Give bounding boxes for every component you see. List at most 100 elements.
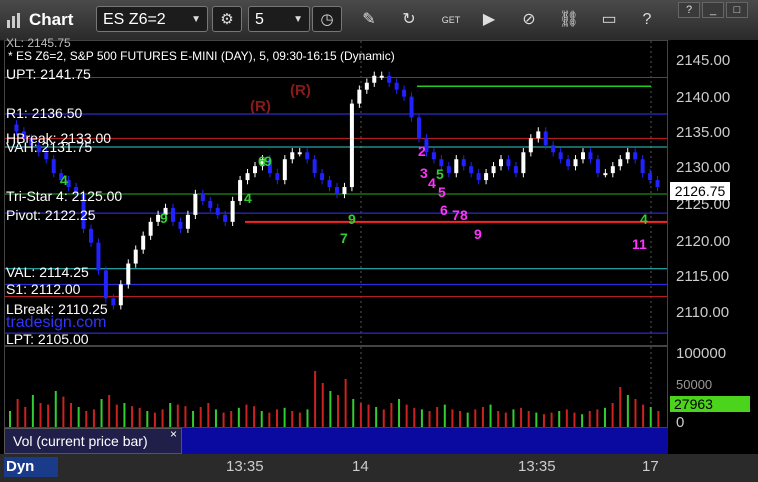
volume-bar xyxy=(245,404,248,427)
price-tick: 2130.00 xyxy=(676,159,731,176)
reversal-mark: (R) xyxy=(290,82,311,99)
refresh-icon: ↻ xyxy=(402,11,416,28)
candle-body xyxy=(118,284,123,306)
chevron-down-icon: ▼ xyxy=(191,14,201,25)
help-button[interactable]: ? xyxy=(636,9,658,31)
volume-bar xyxy=(375,407,378,427)
candle-body xyxy=(364,82,369,90)
candle-body xyxy=(171,207,175,222)
candle-body xyxy=(297,152,302,155)
candle-body xyxy=(290,152,295,160)
candle-body xyxy=(141,235,146,250)
volume-bar xyxy=(108,395,111,427)
volume-bar xyxy=(588,411,591,427)
sequence-number: 6 xyxy=(440,202,448,218)
volume-bar xyxy=(649,407,652,427)
maximize-button[interactable]: □ xyxy=(726,2,748,18)
price-tick: 2120.00 xyxy=(676,233,731,250)
volume-tick: 50000 xyxy=(676,377,713,392)
time-tick: 13:35 xyxy=(518,458,556,475)
volume-bar xyxy=(169,403,172,427)
dynamic-label: Dyn xyxy=(6,458,35,475)
draw-tool-button[interactable]: ✎ xyxy=(358,9,380,31)
candle-body xyxy=(148,221,153,236)
minimize-button[interactable]: _ xyxy=(702,2,724,18)
sequence-number: 7 xyxy=(340,230,348,246)
settings-button[interactable]: ⚙ xyxy=(212,6,242,32)
dynamic-button[interactable]: Dyn xyxy=(4,457,58,477)
volume-chart[interactable] xyxy=(4,346,668,429)
volume-close-button[interactable]: × xyxy=(170,427,177,441)
candle-body xyxy=(223,214,228,222)
volume-bar xyxy=(153,412,156,427)
chart-description: * ES Z6=2, S&P 500 FUTURES E-MINI (DAY),… xyxy=(8,49,395,63)
volume-bar xyxy=(466,412,469,427)
candle-body xyxy=(193,194,198,215)
candle-body xyxy=(409,96,414,118)
help-window-button[interactable]: ? xyxy=(678,2,700,18)
candle-body xyxy=(454,159,459,174)
candle-body xyxy=(103,270,108,299)
candle-body xyxy=(215,207,220,215)
toolbar: Chart ES Z6=2 ▼ ⚙ 5 ▼ ◷ ✎ ↻ GET ▶ ⊘ ⛓ ▭ … xyxy=(0,0,758,41)
compass-button[interactable]: ⊘ xyxy=(518,9,540,31)
volume-bar xyxy=(626,395,629,427)
chart-bars-icon xyxy=(7,13,20,28)
volume-bar xyxy=(9,411,11,427)
volume-bar xyxy=(138,407,141,427)
volume-bar xyxy=(337,395,339,427)
sequence-number: 5 xyxy=(438,184,446,200)
comment-button[interactable]: ▭ xyxy=(598,9,620,31)
sequence-number: 9 xyxy=(348,211,356,227)
level-label-val: VAL: 2114.25 xyxy=(6,264,89,280)
interval-input[interactable]: 5 ▼ xyxy=(248,6,310,32)
volume-bar xyxy=(47,404,50,427)
volume-bar xyxy=(558,411,561,427)
volume-bar xyxy=(62,396,65,427)
candle-body xyxy=(253,166,257,174)
volume-legend-strip xyxy=(182,428,668,454)
sequence-number: 7 xyxy=(452,207,460,223)
volume-bar xyxy=(504,412,507,427)
volume-bar xyxy=(214,409,217,427)
header-partial: XL: 2145.75 xyxy=(6,36,71,50)
volume-bar xyxy=(70,403,73,427)
candle-body xyxy=(89,228,93,243)
sequence-number: 9 xyxy=(160,210,168,226)
candle-body xyxy=(640,159,645,174)
comment-icon: ▭ xyxy=(601,11,617,28)
refresh-button[interactable]: ↻ xyxy=(398,9,420,31)
volume-bar xyxy=(413,407,416,427)
volume-bar xyxy=(230,411,233,427)
symbol-input[interactable]: ES Z6=2 ▼ xyxy=(96,6,208,32)
candle-body xyxy=(417,117,421,139)
candle-body xyxy=(402,89,407,97)
candle-body xyxy=(133,249,138,264)
volume-bar xyxy=(573,412,576,427)
get-button[interactable]: GET xyxy=(440,9,462,31)
play-button[interactable]: ▶ xyxy=(478,9,500,31)
volume-bar xyxy=(512,409,515,427)
link-button[interactable]: ⛓ xyxy=(558,9,580,31)
candle-body xyxy=(581,152,585,160)
volume-bar xyxy=(283,407,286,427)
volume-bar xyxy=(367,404,370,427)
candle-body xyxy=(528,138,533,153)
time-button[interactable]: ◷ xyxy=(312,6,342,32)
candle-body xyxy=(111,298,116,306)
sequence-number: 4 xyxy=(428,175,436,191)
candle-body xyxy=(275,173,280,181)
chart-title-label: Chart xyxy=(29,10,74,29)
volume-bar xyxy=(77,407,80,427)
volume-bar xyxy=(581,414,584,427)
candle-body xyxy=(394,82,399,90)
level-label-upt: UPT: 2141.75 xyxy=(6,66,91,82)
candle-body xyxy=(655,180,660,188)
volume-bar xyxy=(527,411,530,427)
candle-body xyxy=(431,152,436,160)
volume-bar xyxy=(642,404,645,427)
sequence-number: 4 xyxy=(640,211,648,227)
candle-body xyxy=(499,159,503,167)
volume-legend[interactable]: Vol (current price bar) xyxy=(4,428,182,454)
sequence-number: 8 xyxy=(460,207,468,223)
